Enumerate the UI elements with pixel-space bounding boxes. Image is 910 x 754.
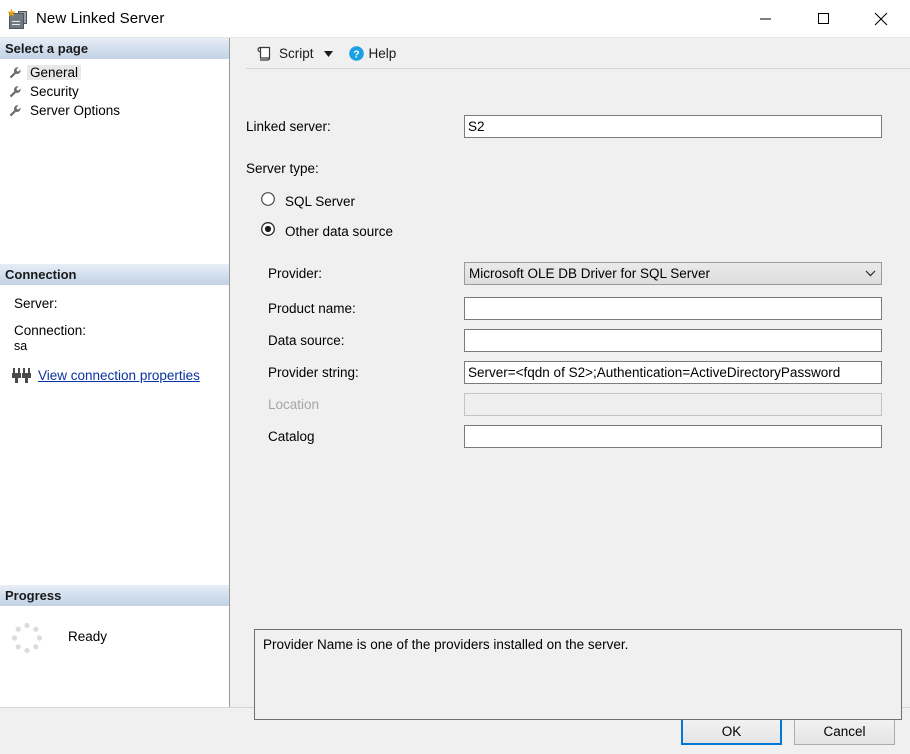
data-source-input[interactable] — [464, 329, 882, 352]
radio-sql-server[interactable]: SQL Server — [261, 192, 910, 211]
catalog-label: Catalog — [246, 429, 464, 444]
connection-pane: Connection Server: Connection: sa — [0, 264, 229, 385]
linked-server-input[interactable] — [464, 115, 882, 138]
wrench-icon — [8, 104, 22, 118]
minimize-icon[interactable] — [736, 0, 794, 37]
title-bar: New Linked Server — [0, 0, 910, 38]
linked-server-label: Linked server: — [246, 119, 464, 134]
window-title: New Linked Server — [36, 10, 164, 27]
ok-button[interactable]: OK — [681, 718, 782, 745]
svg-text:?: ? — [353, 48, 359, 60]
wrench-icon — [8, 85, 22, 99]
radio-other-data-source-label: Other data source — [285, 224, 393, 239]
dialog-body: Select a page General Security — [0, 38, 910, 707]
data-source-label: Data source: — [246, 333, 464, 348]
catalog-input[interactable] — [464, 425, 882, 448]
sidebar: Select a page General Security — [0, 38, 230, 707]
page-list: General Security Server Options — [0, 60, 229, 264]
progress-status: Ready — [68, 629, 107, 644]
cancel-button[interactable]: Cancel — [794, 718, 895, 745]
radio-sql-server-label: SQL Server — [285, 194, 355, 209]
connection-user-label: Connection: — [14, 323, 229, 338]
connection-server-label: Server: — [14, 296, 229, 311]
close-icon[interactable] — [852, 0, 910, 37]
window-controls — [736, 0, 910, 37]
description-box: Provider Name is one of the providers in… — [254, 629, 902, 720]
help-label: Help — [369, 46, 397, 61]
general-form: Linked server: Server type: SQL Server O… — [246, 69, 910, 707]
location-input — [464, 393, 882, 416]
content-pane: Script ? Help — [230, 38, 910, 707]
view-connection-properties-label: View connection properties — [38, 368, 200, 383]
server-type-label: Server type: — [246, 161, 910, 176]
sidebar-item-general[interactable]: General — [0, 63, 229, 82]
maximize-icon[interactable] — [794, 0, 852, 37]
spinner-icon — [10, 621, 44, 655]
toolbar: Script ? Help — [246, 38, 910, 69]
script-button[interactable]: Script — [254, 38, 316, 68]
provider-label: Provider: — [246, 266, 464, 281]
sidebar-item-label: Server Options — [27, 103, 123, 118]
view-connection-properties-link[interactable]: View connection properties — [12, 367, 229, 385]
sidebar-bottom-spacer — [0, 655, 229, 707]
script-dropdown-caret[interactable] — [324, 44, 333, 62]
sidebar-item-server-options[interactable]: Server Options — [0, 101, 229, 120]
chevron-down-icon — [859, 270, 881, 277]
script-icon — [256, 45, 273, 62]
linked-server-icon — [7, 9, 27, 29]
select-page-header: Select a page — [0, 38, 229, 60]
connection-user-value: sa — [14, 339, 229, 353]
provider-string-label: Provider string: — [246, 365, 464, 380]
location-label: Location — [246, 397, 464, 412]
script-label: Script — [279, 46, 314, 61]
provider-select[interactable]: Microsoft OLE DB Driver for SQL Server — [464, 262, 882, 285]
sidebar-item-security[interactable]: Security — [0, 82, 229, 101]
provider-selected-value: Microsoft OLE DB Driver for SQL Server — [469, 266, 859, 281]
progress-header: Progress — [0, 585, 229, 607]
sidebar-item-label: Security — [27, 84, 82, 99]
product-name-input[interactable] — [464, 297, 882, 320]
plug-icon — [12, 367, 32, 385]
help-icon: ? — [349, 46, 364, 61]
progress-pane: Progress Ready — [0, 585, 229, 655]
help-button[interactable]: ? Help — [341, 38, 399, 68]
product-name-label: Product name: — [246, 301, 464, 316]
description-text: Provider Name is one of the providers in… — [263, 637, 628, 652]
sidebar-spacer — [0, 385, 229, 586]
new-linked-server-dialog: New Linked Server Select a page Ge — [0, 0, 910, 754]
connection-header: Connection — [0, 264, 229, 286]
radio-other-data-source[interactable]: Other data source — [261, 222, 910, 241]
wrench-icon — [8, 66, 22, 80]
sidebar-item-label: General — [27, 65, 81, 80]
radio-other-data-source-indicator — [261, 222, 275, 241]
radio-sql-server-indicator — [261, 192, 275, 211]
provider-string-input[interactable] — [464, 361, 882, 384]
